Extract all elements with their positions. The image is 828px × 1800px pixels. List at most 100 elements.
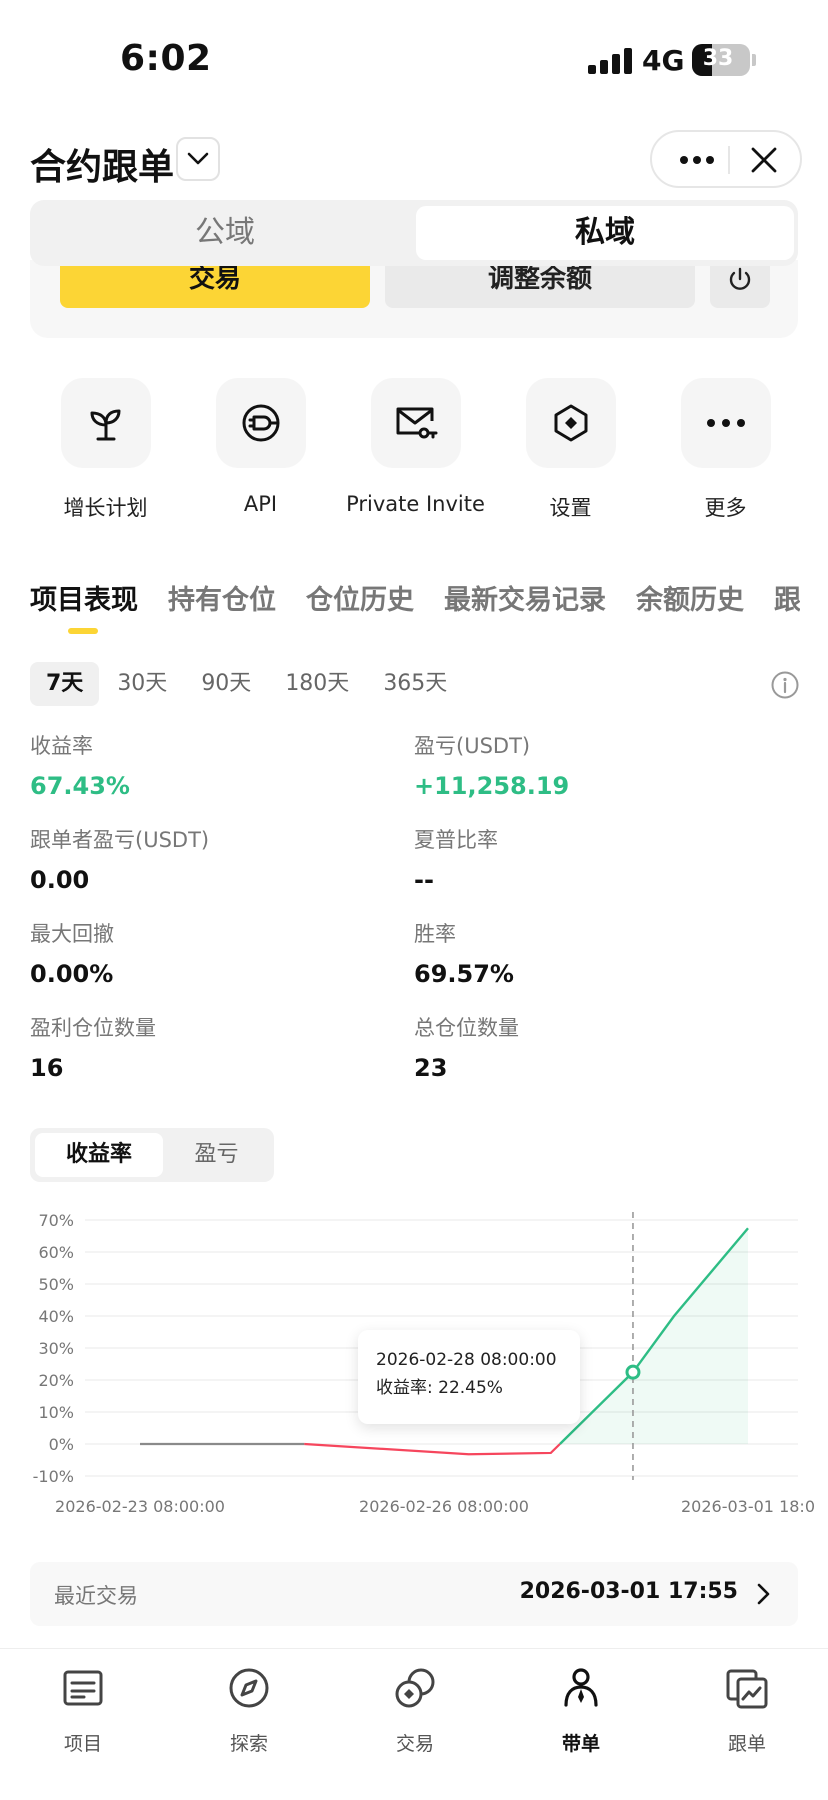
network-type: 4G (642, 44, 685, 77)
metric-value: 0.00 (30, 866, 90, 894)
nav-item-copy[interactable]: 跟单 (664, 1663, 828, 1756)
action-label: Private Invite (346, 492, 485, 516)
status-bar: 6:02 4G 33 (0, 0, 828, 120)
metric-win-rate: 胜率 69.57% (414, 918, 774, 988)
y-tick-label: 40% (38, 1307, 74, 1326)
metric-label: 跟单者盈亏(USDT) (30, 828, 210, 852)
nav-label: 交易 (395, 1733, 434, 1755)
lead-icon (564, 1668, 598, 1707)
metric-value: -- (414, 866, 434, 894)
period-180d[interactable]: 180天 (269, 662, 365, 706)
metric-value: 23 (414, 1054, 448, 1082)
signal-icon (588, 48, 632, 74)
action-icon-bg (680, 378, 771, 468)
tab-performance[interactable]: 项目表现 (30, 578, 138, 617)
period-90d[interactable]: 90天 (185, 662, 267, 706)
metric-label: 盈利仓位数量 (30, 1016, 156, 1040)
action-label: 更多 (704, 496, 747, 520)
tab-private-domain[interactable]: 私域 (416, 206, 794, 260)
chevron-down-icon (187, 152, 209, 165)
toggle-roi[interactable]: 收益率 (35, 1133, 163, 1177)
info-icon[interactable] (770, 670, 800, 700)
tab-position-history[interactable]: 仓位历史 (306, 578, 414, 617)
nav-item-lead[interactable]: 带单 (498, 1663, 664, 1756)
metric-max-drawdown: 最大回撤 0.00% (30, 918, 390, 988)
y-tick-label: 50% (38, 1275, 74, 1294)
metric-value: 0.00% (30, 960, 114, 988)
action-label: 增长计划 (63, 496, 148, 520)
close-icon (751, 147, 777, 173)
metric-label: 最大回撤 (30, 922, 114, 946)
period-selector: 7天 30天 90天 180天 365天 (30, 662, 465, 706)
period-30d[interactable]: 30天 (101, 662, 183, 706)
nav-item-trade[interactable]: 交易 (332, 1663, 498, 1756)
metric-sharpe: 夏普比率 -- (414, 824, 774, 894)
toggle-pnl[interactable]: 盈亏 (164, 1133, 269, 1177)
recent-trade-time: 2026-03-01 17:55 (519, 1579, 738, 1604)
tooltip-time: 2026-02-28 08:00:00 (376, 1350, 557, 1370)
tab-latest-trades[interactable]: 最新交易记录 (444, 578, 606, 617)
y-tick-label: -10% (33, 1467, 74, 1486)
period-365d[interactable]: 365天 (367, 662, 463, 706)
metric-value: 69.57% (414, 960, 514, 988)
metric-follower-pnl: 跟单者盈亏(USDT) 0.00 (30, 824, 390, 894)
title-dropdown-button[interactable] (176, 137, 220, 181)
action-more[interactable]: 更多 (648, 378, 803, 522)
action-icon-bg (525, 378, 616, 468)
metric-profit-positions: 盈利仓位数量 16 (30, 1012, 390, 1082)
miniapp-capsule (650, 130, 802, 188)
compass-icon (229, 1668, 269, 1708)
adjust-balance-button[interactable]: 调整余额 (385, 262, 695, 308)
metric-value: 67.43% (30, 772, 130, 800)
chevron-right-icon (757, 1583, 770, 1605)
metric-label: 胜率 (414, 922, 456, 946)
action-icon-bg (370, 378, 461, 468)
highlight-point (625, 1364, 641, 1380)
action-label: API (243, 492, 278, 516)
nav-item-project[interactable]: 项目 (0, 1663, 166, 1756)
action-private-invite[interactable]: Private Invite (338, 378, 493, 516)
tab-copy[interactable]: 跟单 (774, 578, 800, 617)
power-icon (729, 267, 751, 290)
nav-item-explore[interactable]: 探索 (166, 1663, 332, 1756)
more-icon (706, 419, 745, 427)
hexagon-icon (554, 404, 587, 442)
close-button[interactable] (744, 142, 784, 178)
tab-public-domain[interactable]: 公域 (36, 206, 414, 260)
period-7d[interactable]: 7天 (30, 662, 100, 706)
y-tick-label: 30% (38, 1339, 74, 1358)
quick-actions: 增长计划 API Private Invite 设置 更多 (0, 378, 828, 528)
tooltip-value: 收益率: 22.45% (376, 1378, 503, 1398)
chart-tooltip: 2026-02-28 08:00:00 收益率: 22.45% (358, 1330, 580, 1424)
y-tick-label: 0% (49, 1435, 74, 1454)
status-time: 6:02 (120, 38, 212, 79)
action-growth-plan[interactable]: 增长计划 (28, 378, 183, 522)
metric-pnl: 盈亏(USDT) +11,258.19 (414, 730, 774, 800)
trade-icon (395, 1668, 435, 1708)
metric-label: 总仓位数量 (414, 1016, 519, 1040)
tab-positions[interactable]: 持有仓位 (168, 578, 276, 617)
metric-roi: 收益率 67.43% (30, 730, 390, 800)
nav-label: 跟单 (727, 1733, 766, 1755)
action-api[interactable]: API (183, 378, 338, 516)
tab-balance-history[interactable]: 余额历史 (636, 578, 744, 617)
y-tick-label: 60% (38, 1243, 74, 1262)
chart-type-toggle: 收益率 盈亏 (30, 1128, 274, 1182)
plug-icon (242, 404, 279, 442)
action-settings[interactable]: 设置 (493, 378, 648, 522)
metric-total-positions: 总仓位数量 23 (414, 1012, 774, 1082)
metric-value: 16 (30, 1054, 64, 1082)
metric-label: 收益率 (30, 734, 93, 758)
more-button[interactable] (672, 146, 722, 174)
recent-trade-row[interactable]: 最近交易 2026-03-01 17:55 (30, 1562, 798, 1626)
recent-trade-label: 最近交易 (54, 1584, 138, 1608)
y-tick-label: 20% (38, 1371, 74, 1390)
capsule-divider (728, 146, 730, 174)
power-button[interactable] (710, 262, 770, 308)
trade-button[interactable]: 交易 (60, 262, 370, 308)
action-icon-bg (215, 378, 306, 468)
action-icon-bg (60, 378, 151, 468)
sprout-icon (90, 409, 120, 441)
metric-value: +11,258.19 (414, 772, 570, 800)
page-title: 合约跟单 (30, 147, 175, 188)
